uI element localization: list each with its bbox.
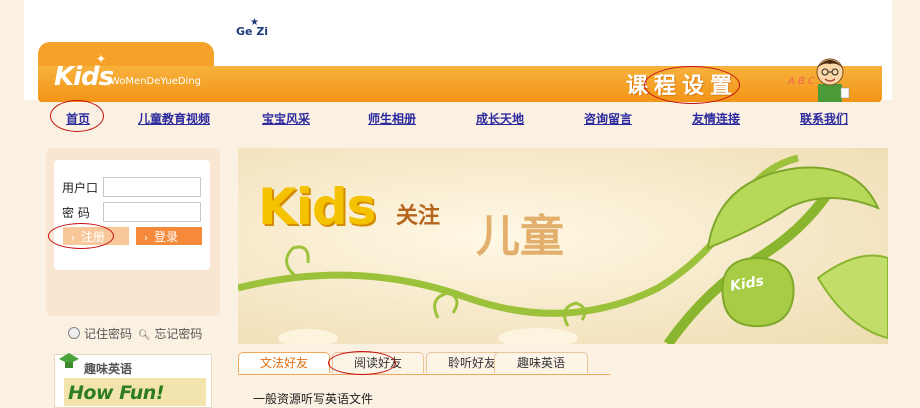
search-icon: 🔍︎ [137,330,151,341]
star-icon: ★ [250,17,259,28]
partner-logo[interactable]: ★ Ge Zi [236,17,268,38]
hero-child-text: 儿童 [476,211,564,262]
password-input[interactable] [103,202,201,222]
resource-item[interactable]: 一般资源听写英语文件 [253,390,373,407]
nav-item-contact[interactable]: 联系我们 [800,110,848,127]
how-fun-english-banner[interactable]: How Fun! English [64,378,206,406]
nav-item-education-videos[interactable]: 儿童教育视频 [138,110,210,127]
graduation-cap-icon [59,353,79,368]
hero-kids-text: Kids [258,178,376,236]
nav-item-friend-links[interactable]: 友情连接 [692,110,740,127]
site-logo[interactable]: Kids [54,62,114,92]
password-label: 密 码 [62,206,90,220]
nav-item-photo-album[interactable]: 师生相册 [368,110,416,127]
username-input[interactable] [103,177,201,197]
nav-item-home[interactable]: 首页 [66,110,90,127]
username-label: 用户口 [62,181,99,195]
cartoon-boy-icon [816,58,850,102]
hero-banner: Kids 关注 儿童 Kids [238,148,888,344]
arrow-right-icon: › [144,233,148,244]
register-button[interactable]: › 注册 [63,227,129,245]
forgot-password-link[interactable]: 忘记密码 [154,327,202,341]
fun-english-heading: 趣味英语 [84,362,133,376]
main-nav: 首页 儿童教育视频 宝宝风采 师生相册 成长天地 咨询留言 友情连接 联系我们 [38,106,882,130]
site-logo-subtitle: WoMenDeYueDing [110,76,202,87]
nav-item-growth[interactable]: 成长天地 [476,110,524,127]
tab-bar: 文法好友 阅读好友 聆听好友 趣味英语 [238,352,610,375]
course-heading: 课程设置 [626,73,739,99]
remember-password-label[interactable]: 记住密码 [84,327,132,341]
hero-focus-text: 关注 [396,204,441,229]
tab-grammar[interactable]: 文法好友 [238,352,330,373]
remember-radio[interactable] [68,327,80,339]
tab-reading[interactable]: 阅读好友 [332,352,424,373]
nav-item-baby-gallery[interactable]: 宝宝风采 [262,110,310,127]
arrow-right-icon: › [71,233,75,244]
nav-item-consult[interactable]: 咨询留言 [584,110,632,127]
login-button[interactable]: › 登录 [136,227,202,245]
tab-fun-english[interactable]: 趣味英语 [494,352,588,373]
remember-row: 记住密码 🔍︎ 忘记密码 [68,325,202,342]
